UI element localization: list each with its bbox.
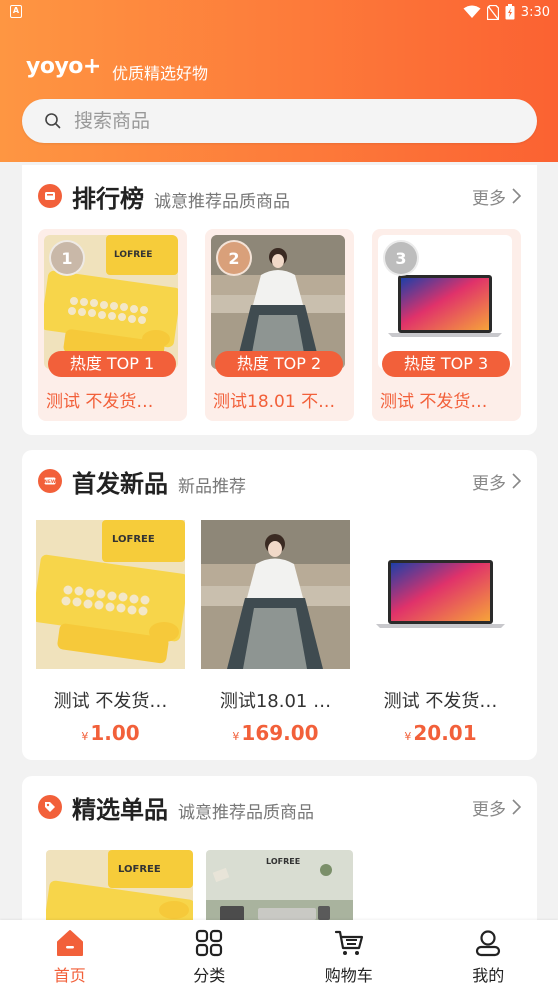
tab-cart[interactable]: 购物车 bbox=[279, 920, 419, 992]
search-bar[interactable] bbox=[22, 99, 537, 143]
grid-icon bbox=[196, 929, 223, 957]
tab-label: 首页 bbox=[53, 966, 86, 985]
product-price: ¥1.00 bbox=[81, 721, 140, 745]
more-label: 更多 bbox=[472, 799, 506, 820]
product-name: 测试 不发货… bbox=[46, 392, 154, 412]
product-image-keyboard: LOFREE 1 bbox=[44, 235, 178, 369]
status-time: 3:30 bbox=[520, 4, 550, 20]
more-label: 更多 bbox=[472, 473, 506, 494]
user-icon bbox=[476, 930, 501, 957]
ranking-item-1[interactable]: LOFREE 1 热度 TOP 1 测试 不发货… bbox=[38, 229, 187, 421]
product-price: ¥169.00 bbox=[232, 721, 319, 745]
new-product-2[interactable]: 测试18.01 … ¥169.00 bbox=[201, 520, 350, 745]
search-icon bbox=[45, 113, 61, 129]
picks-title: 精选单品 bbox=[72, 795, 168, 824]
product-image-dress bbox=[201, 520, 350, 669]
hot-tag: 热度 TOP 3 bbox=[382, 351, 510, 377]
product-name: 测试 不发货… bbox=[53, 691, 168, 712]
new-badge-icon: NEW bbox=[38, 469, 62, 493]
ranking-subtitle: 诚意推荐品质商品 bbox=[154, 191, 290, 212]
svg-text:LOFREE: LOFREE bbox=[112, 534, 155, 545]
cart-icon bbox=[334, 930, 363, 955]
product-name: 测试 不发货… bbox=[383, 691, 498, 712]
slogan: 优质精选好物 bbox=[112, 64, 209, 83]
product-image-laptop bbox=[366, 520, 515, 669]
rank-medal: 3 bbox=[383, 240, 419, 276]
ranking-section: 排行榜 诚意推荐品质商品 更多 LOFREE 1 热度 TOP 1 测试 不发货… bbox=[22, 165, 537, 435]
chevron-right-icon bbox=[512, 188, 521, 204]
chevron-right-icon bbox=[512, 473, 521, 489]
ranking-more-button[interactable]: 更多 bbox=[472, 184, 521, 209]
picks-subtitle: 诚意推荐品质商品 bbox=[178, 802, 314, 823]
chevron-right-icon bbox=[512, 799, 521, 815]
product-name: 测试18.01 不… bbox=[213, 392, 336, 412]
tag-icon bbox=[38, 795, 62, 819]
svg-text:LOFREE: LOFREE bbox=[266, 857, 300, 866]
search-input[interactable] bbox=[74, 110, 474, 132]
bottom-tab-bar: 首页 分类 购物车 我的 bbox=[0, 920, 558, 992]
ranking-item-3[interactable]: 3 热度 TOP 3 测试 不发货… bbox=[372, 229, 521, 421]
tab-category[interactable]: 分类 bbox=[140, 920, 280, 992]
new-product-1[interactable]: LOFREE 测试 不发货… ¥1.00 bbox=[36, 520, 185, 745]
ranking-item-2[interactable]: 2 热度 TOP 2 测试18.01 不… bbox=[205, 229, 354, 421]
battery-icon bbox=[505, 4, 515, 20]
product-price: ¥20.01 bbox=[404, 721, 477, 745]
notification-icon: A bbox=[10, 5, 22, 18]
picks-more-button[interactable]: 更多 bbox=[472, 795, 521, 820]
tab-label: 分类 bbox=[193, 966, 226, 985]
header: A 3:30 yoyo+ 优质精选好物 bbox=[0, 0, 558, 162]
ranking-badge-icon bbox=[38, 184, 62, 208]
svg-text:LOFREE: LOFREE bbox=[114, 250, 152, 260]
svg-text:NEW: NEW bbox=[44, 479, 56, 485]
product-image-laptop: 3 bbox=[378, 235, 512, 369]
new-products-more-button[interactable]: 更多 bbox=[472, 469, 521, 494]
new-product-3[interactable]: 测试 不发货… ¥20.01 bbox=[366, 520, 515, 745]
wifi-icon bbox=[463, 5, 481, 18]
tab-label: 购物车 bbox=[324, 966, 373, 985]
hot-tag: 热度 TOP 2 bbox=[215, 351, 343, 377]
product-image-keyboard: LOFREE bbox=[36, 520, 185, 669]
hot-tag: 热度 TOP 1 bbox=[48, 351, 176, 377]
ranking-title: 排行榜 bbox=[72, 184, 144, 213]
status-bar: A 3:30 bbox=[0, 0, 558, 24]
new-products-section: NEW 首发新品 新品推荐 更多 LOFREE 测试 不发货… ¥ 1.00 测… bbox=[22, 450, 537, 760]
tab-mine[interactable]: 我的 bbox=[419, 920, 558, 992]
product-name: 测试18.01 … bbox=[219, 691, 332, 712]
tab-label: 我的 bbox=[472, 966, 505, 985]
product-name: 测试 不发货… bbox=[380, 392, 488, 412]
more-label: 更多 bbox=[472, 188, 506, 209]
picks-section: 精选单品 诚意推荐品质商品 更多 LOFREE LOFREE bbox=[22, 776, 537, 936]
new-products-subtitle: 新品推荐 bbox=[178, 476, 246, 497]
rank-medal: 2 bbox=[216, 240, 252, 276]
new-products-title: 首发新品 bbox=[72, 469, 168, 498]
home-icon bbox=[56, 930, 83, 956]
product-image-dress: 2 bbox=[211, 235, 345, 369]
svg-text:LOFREE: LOFREE bbox=[118, 864, 161, 875]
rank-medal: 1 bbox=[49, 240, 85, 276]
brand-logo: yoyo+ bbox=[26, 54, 101, 79]
tab-home[interactable]: 首页 bbox=[0, 920, 140, 992]
no-sim-icon bbox=[486, 4, 499, 20]
